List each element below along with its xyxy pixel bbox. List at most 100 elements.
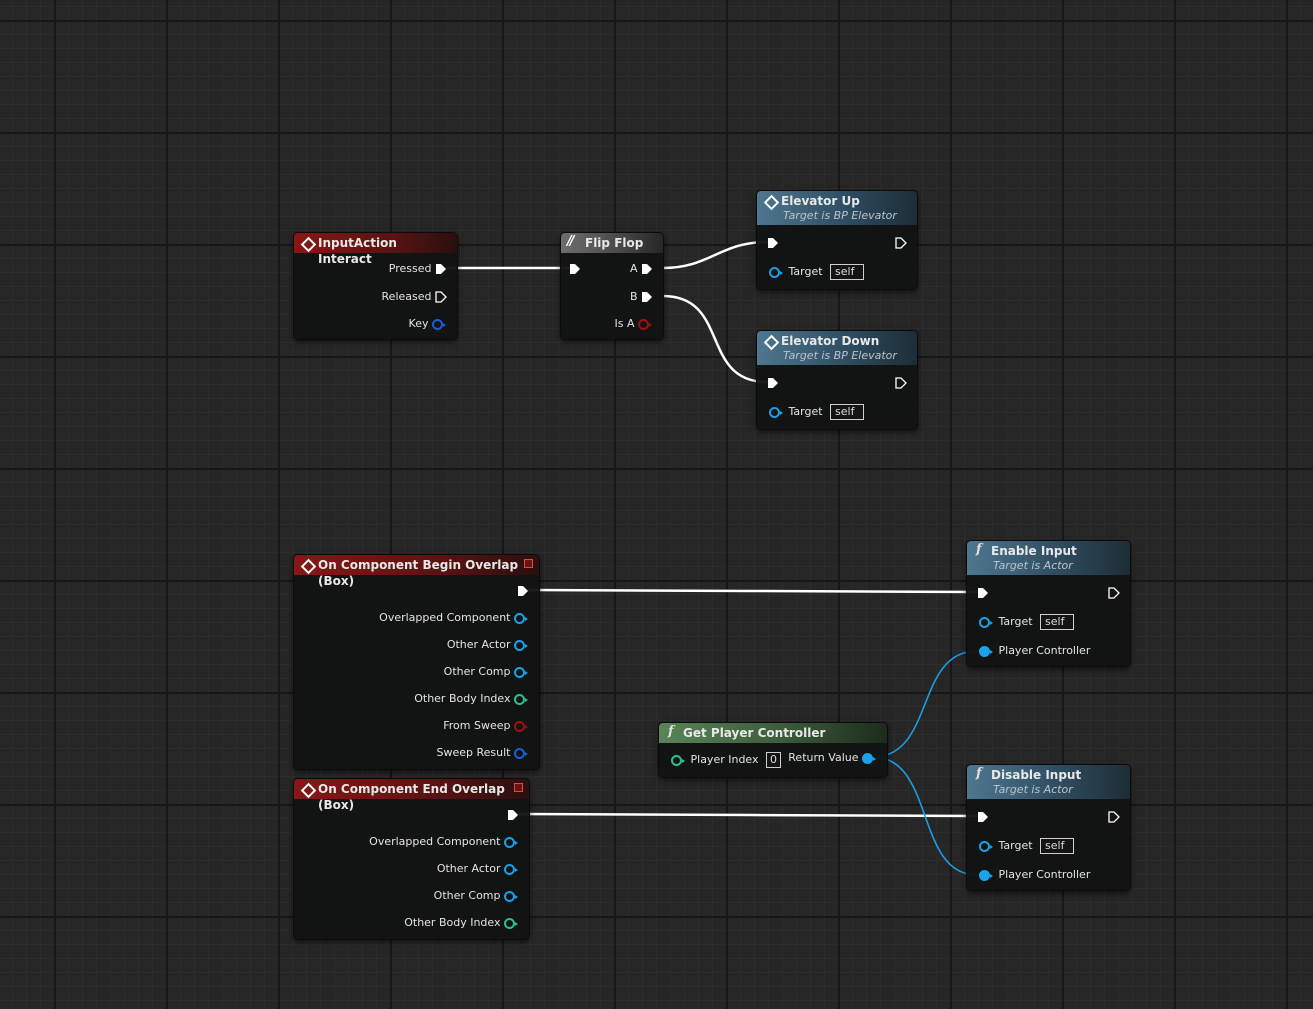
node-header[interactable]: Elevator Down Target is BP Elevator	[757, 331, 917, 365]
pin-other-body-index[interactable]: Other Body Index	[404, 915, 518, 931]
pin-from-sweep[interactable]: From Sweep	[443, 718, 528, 734]
int-pin-icon[interactable]	[671, 754, 685, 766]
int-pin-icon[interactable]	[514, 693, 528, 705]
pin-player-controller[interactable]: Player Controller	[979, 867, 1090, 883]
exec-arrow-icon[interactable]	[977, 587, 989, 599]
object-pin-icon[interactable]	[514, 639, 528, 651]
pin-pressed[interactable]: Pressed	[389, 261, 447, 277]
pin-a[interactable]: A	[630, 261, 653, 277]
exec-arrow-icon[interactable]	[517, 585, 529, 597]
pin-key[interactable]: Key	[409, 316, 446, 332]
exec-arrow-icon[interactable]	[641, 291, 653, 303]
pin-target[interactable]: Target self	[979, 614, 1075, 630]
exec-arrow-icon[interactable]	[977, 811, 989, 823]
pin-sweep-result[interactable]: Sweep Result	[437, 745, 528, 761]
delegate-square-icon[interactable]	[514, 783, 523, 792]
exec-arrow-icon[interactable]	[767, 377, 779, 389]
exec-arrow-icon[interactable]	[895, 237, 907, 249]
node-header[interactable]: // Flip Flop	[561, 233, 663, 253]
target-value-field[interactable]: self	[830, 264, 865, 280]
object-pin-icon[interactable]	[769, 406, 783, 418]
exec-arrow-icon[interactable]	[1108, 811, 1120, 823]
node-header[interactable]: f Get Player Controller	[659, 723, 887, 743]
struct-pin-icon[interactable]	[514, 747, 528, 759]
disable-input-node[interactable]: f Disable Input Target is Actor Target s…	[966, 764, 1131, 891]
int-pin-icon[interactable]	[504, 917, 518, 929]
pin-exec-in[interactable]	[767, 235, 779, 251]
node-header[interactable]: On Component Begin Overlap (Box)	[294, 555, 539, 588]
pin-target[interactable]: Target self	[769, 404, 865, 420]
pin-exec-out[interactable]	[1108, 585, 1120, 601]
pin-label: Other Body Index	[414, 692, 511, 705]
pin-player-index[interactable]: Player Index 0	[671, 752, 782, 768]
object-pin-icon[interactable]	[979, 869, 993, 881]
pin-overlapped-component[interactable]: Overlapped Component	[379, 610, 528, 626]
object-pin-icon[interactable]	[979, 645, 993, 657]
pin-other-comp[interactable]: Other Comp	[444, 664, 528, 680]
pin-other-comp[interactable]: Other Comp	[434, 888, 518, 904]
target-value-field[interactable]: self	[830, 404, 865, 420]
begin-overlap-node[interactable]: On Component Begin Overlap (Box) Overlap…	[293, 554, 540, 770]
enable-input-node[interactable]: f Enable Input Target is Actor Target se…	[966, 540, 1131, 667]
pin-label: Is A	[614, 317, 635, 330]
pin-exec-in[interactable]	[767, 375, 779, 391]
node-title: Disable Input	[991, 768, 1082, 782]
elevator-up-node[interactable]: Elevator Up Target is BP Elevator Target…	[756, 190, 918, 290]
struct-pin-icon[interactable]	[432, 318, 446, 330]
exec-arrow-icon[interactable]	[1108, 587, 1120, 599]
input-action-interact-node[interactable]: InputAction Interact Pressed Released Ke…	[293, 232, 458, 340]
pin-target[interactable]: Target self	[769, 264, 865, 280]
pin-b[interactable]: B	[630, 289, 653, 305]
exec-arrow-icon[interactable]	[507, 809, 519, 821]
get-player-controller-node[interactable]: f Get Player Controller Player Index 0 R…	[658, 722, 888, 778]
object-pin-icon[interactable]	[504, 836, 518, 848]
object-pin-icon[interactable]	[514, 666, 528, 678]
pin-exec-out[interactable]	[507, 807, 519, 823]
object-pin-icon[interactable]	[514, 612, 528, 624]
pin-is-a[interactable]: Is A	[614, 316, 652, 332]
pin-target[interactable]: Target self	[979, 838, 1075, 854]
pin-exec-out[interactable]	[1108, 809, 1120, 825]
object-pin-icon[interactable]	[504, 863, 518, 875]
node-header[interactable]: On Component End Overlap (Box)	[294, 779, 529, 812]
pin-exec-in[interactable]	[977, 809, 989, 825]
node-header[interactable]: Elevator Up Target is BP Elevator	[757, 191, 917, 225]
pin-exec-in[interactable]	[569, 261, 581, 277]
pin-other-actor[interactable]: Other Actor	[437, 861, 518, 877]
object-pin-icon[interactable]	[979, 840, 993, 852]
flip-flop-node[interactable]: // Flip Flop A B Is A	[560, 232, 664, 340]
object-pin-icon[interactable]	[769, 266, 783, 278]
pin-exec-out[interactable]	[895, 375, 907, 391]
node-subtitle: Target is BP Elevator	[783, 209, 897, 222]
pin-overlapped-component[interactable]: Overlapped Component	[369, 834, 518, 850]
node-header[interactable]: f Enable Input Target is Actor	[967, 541, 1130, 575]
exec-arrow-icon[interactable]	[569, 263, 581, 275]
exec-arrow-icon[interactable]	[435, 263, 447, 275]
pin-exec-out[interactable]	[517, 583, 529, 599]
bool-pin-icon[interactable]	[638, 318, 652, 330]
pin-released[interactable]: Released	[382, 289, 447, 305]
exec-arrow-icon[interactable]	[641, 263, 653, 275]
node-header[interactable]: InputAction Interact	[294, 233, 457, 266]
object-pin-icon[interactable]	[862, 752, 876, 764]
exec-arrow-icon[interactable]	[435, 291, 447, 303]
exec-arrow-icon[interactable]	[767, 237, 779, 249]
object-pin-icon[interactable]	[979, 616, 993, 628]
bool-pin-icon[interactable]	[514, 720, 528, 732]
pin-other-body-index[interactable]: Other Body Index	[414, 691, 528, 707]
exec-arrow-icon[interactable]	[895, 377, 907, 389]
end-overlap-node[interactable]: On Component End Overlap (Box) Overlappe…	[293, 778, 530, 940]
player-index-field[interactable]: 0	[766, 752, 782, 768]
node-header[interactable]: f Disable Input Target is Actor	[967, 765, 1130, 799]
target-value-field[interactable]: self	[1040, 614, 1075, 630]
pin-label: Player Controller	[998, 644, 1091, 657]
pin-exec-in[interactable]	[977, 585, 989, 601]
object-pin-icon[interactable]	[504, 890, 518, 902]
pin-other-actor[interactable]: Other Actor	[447, 637, 528, 653]
pin-player-controller[interactable]: Player Controller	[979, 643, 1090, 659]
pin-return-value[interactable]: Return Value	[788, 750, 876, 766]
pin-exec-out[interactable]	[895, 235, 907, 251]
elevator-down-node[interactable]: Elevator Down Target is BP Elevator Targ…	[756, 330, 918, 430]
target-value-field[interactable]: self	[1040, 838, 1075, 854]
delegate-square-icon[interactable]	[524, 559, 533, 568]
